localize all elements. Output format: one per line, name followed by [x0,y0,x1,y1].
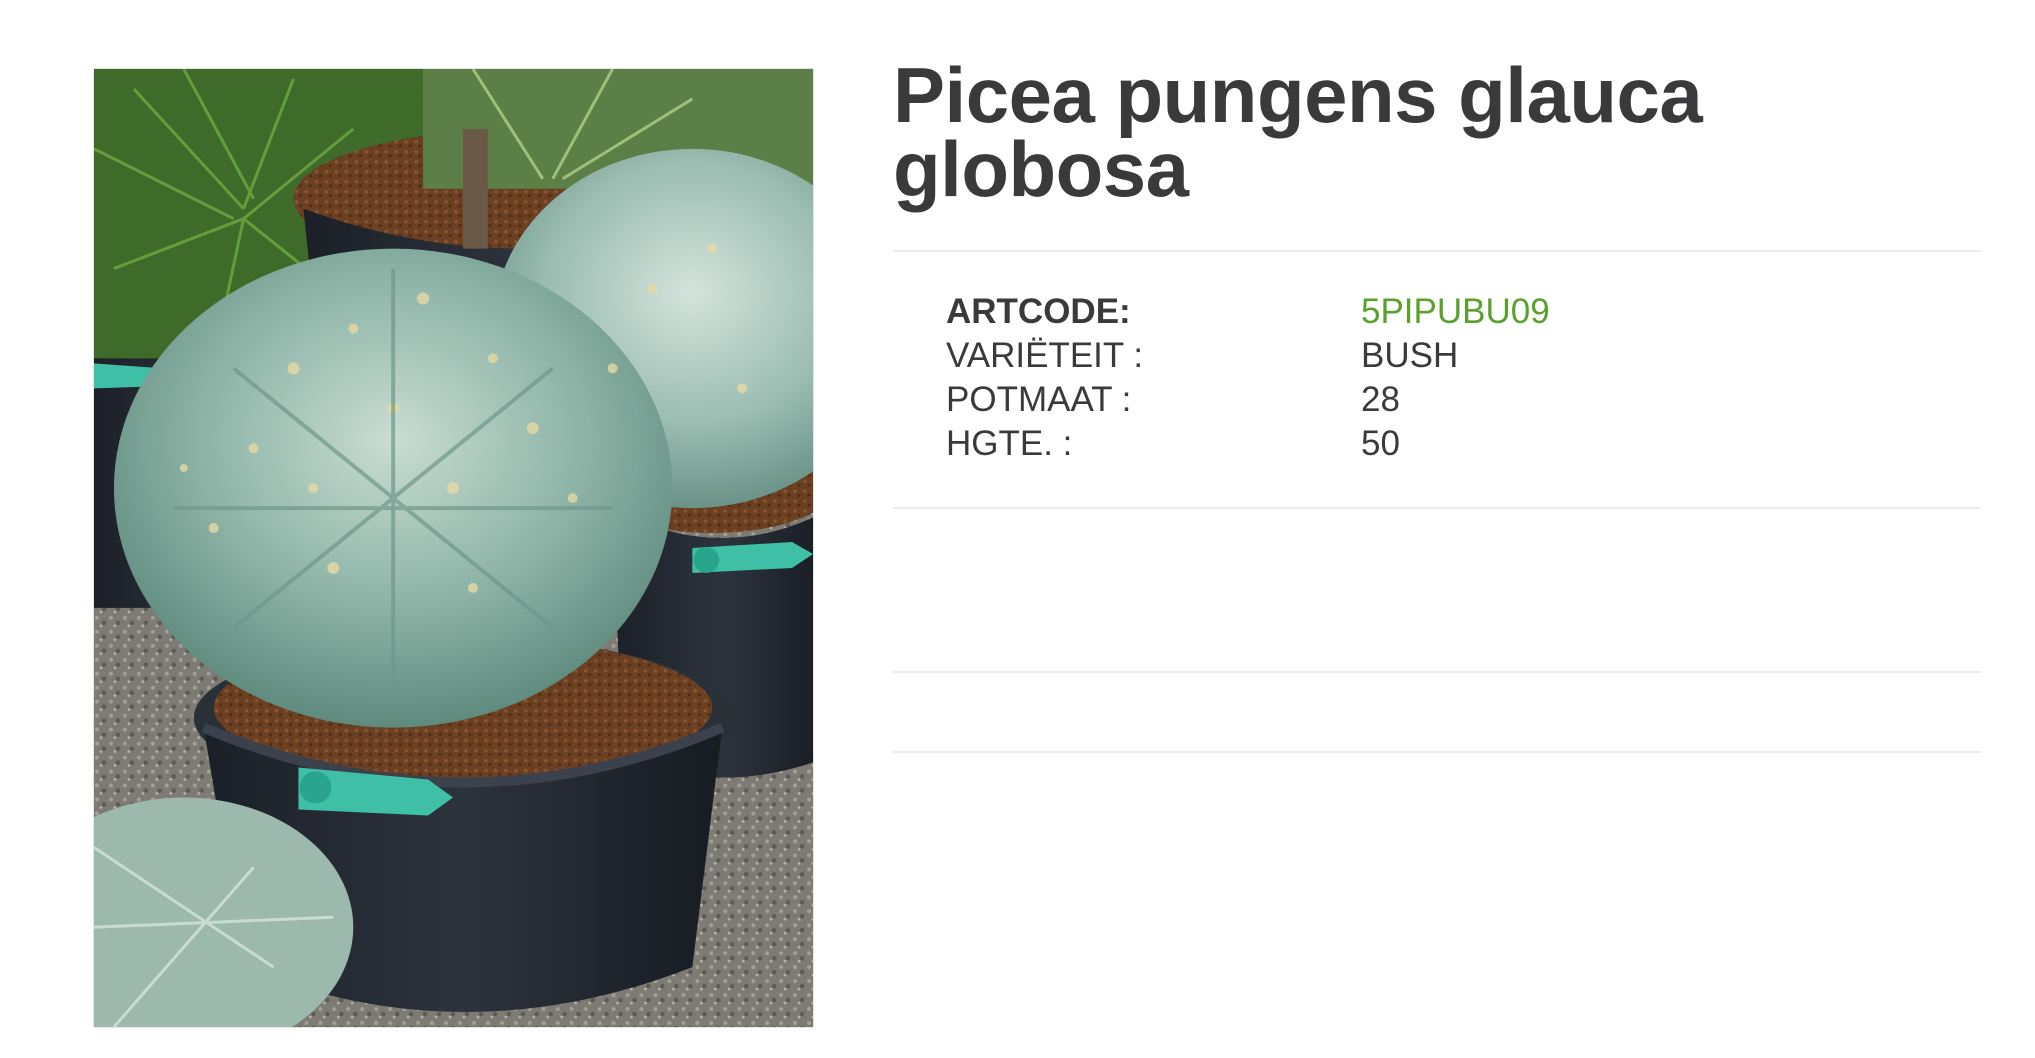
divider [893,250,1981,252]
divider [893,751,1981,753]
spec-row-height: HGTE. : 50 [946,422,1846,466]
product-title: Picea pungens glauca globosa [893,51,1703,213]
product-photo [94,69,813,1027]
product-image[interactable] [93,68,814,1028]
spec-row-pot-size: POTMAAT : 28 [946,378,1846,422]
divider [893,671,1981,673]
spec-value-variety: BUSH [1361,336,1459,375]
spec-value-height: 50 [1361,424,1400,463]
spec-value-pot-size: 28 [1361,380,1400,419]
product-specs: ARTCODE: 5PIPUBU09 VARIËTEIT : BUSH POTM… [946,290,1846,466]
spec-value-artcode: 5PIPUBU09 [1361,292,1550,331]
spec-label-height: HGTE. : [946,424,1073,463]
spec-row-artcode: ARTCODE: 5PIPUBU09 [946,290,1846,334]
spec-label-artcode: ARTCODE: [946,292,1131,331]
spec-label-pot-size: POTMAAT : [946,380,1132,419]
divider [893,507,1981,509]
spec-row-variety: VARIËTEIT : BUSH [946,334,1846,378]
empty-section [893,520,1981,660]
spec-label-variety: VARIËTEIT : [946,336,1144,375]
